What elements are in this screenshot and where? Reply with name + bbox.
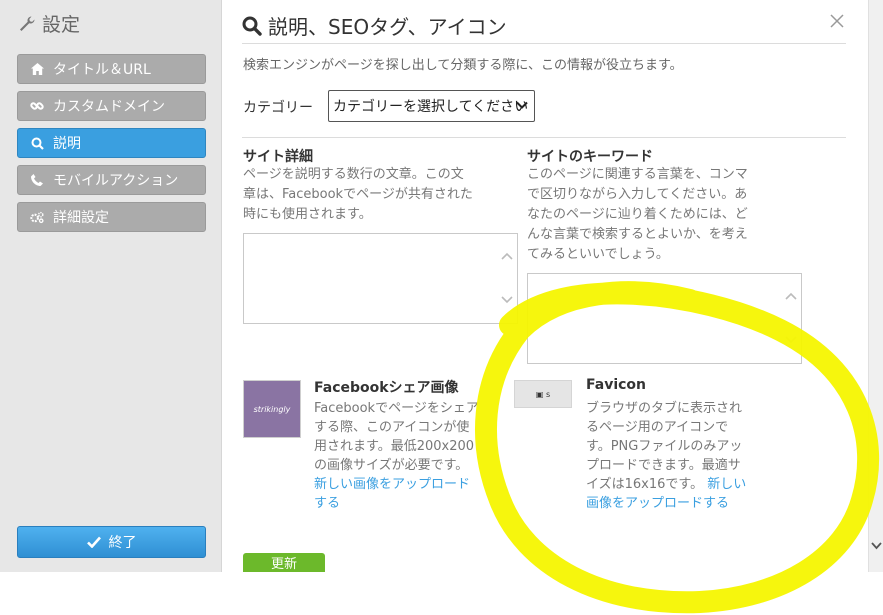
favicon-description: ブラウザのタブに表示され るページ用のアイコンで す。PNGファイルのみアッ プ… bbox=[586, 399, 776, 513]
sidebar-item-custom-domain[interactable]: カスタムドメイン bbox=[17, 91, 206, 121]
category-select[interactable]: カテゴリーを選択してください bbox=[328, 90, 535, 122]
desc-line: なたのページに辿り着くためには、ど bbox=[527, 207, 748, 222]
facebook-image-thumbnail[interactable]: strikingly bbox=[243, 380, 301, 438]
category-label: カテゴリー bbox=[243, 100, 313, 116]
category-select-value: カテゴリーを選択してください bbox=[333, 99, 529, 115]
scroll-up-icon[interactable] bbox=[501, 252, 513, 260]
desc-line: で区切りながら入力してください。あ bbox=[527, 187, 748, 202]
link-icon bbox=[30, 99, 44, 113]
sidebar-title: 設定 bbox=[18, 10, 80, 37]
sidebar-item-label: タイトル＆URL bbox=[53, 62, 151, 78]
panel-scrollbar[interactable] bbox=[868, 0, 883, 572]
search-icon bbox=[30, 136, 44, 150]
seo-settings-panel: 説明、SEOタグ、アイコン 検索エンジンがページを探し出して分類する際に、この情… bbox=[222, 0, 868, 572]
desc-line: す。PNGファイルのみアッ bbox=[586, 439, 743, 454]
scroll-up-icon[interactable] bbox=[785, 292, 797, 300]
sidebar-item-description[interactable]: 説明 bbox=[17, 128, 206, 158]
link-line: 新しい画像をアップロード bbox=[314, 477, 471, 492]
scroll-down-icon[interactable] bbox=[871, 542, 882, 550]
desc-text: イズは16x16です。 bbox=[586, 477, 704, 492]
upload-facebook-image-link[interactable]: 新しい画像をアップロード する bbox=[314, 475, 504, 513]
settings-sidebar: 設定 タイトル＆URL カスタムドメイン 説明 モバイルアクション 詳細設定 終… bbox=[0, 0, 222, 572]
link-line: する bbox=[314, 496, 341, 511]
search-icon bbox=[242, 16, 262, 36]
desc-line: の画像サイズが必要です。 bbox=[314, 458, 469, 473]
desc-line: する際、このアイコンが使 bbox=[314, 420, 470, 435]
facebook-image-title: Facebookシェア画像 bbox=[314, 380, 459, 396]
desc-line: イズは16x16です。 新しい bbox=[586, 475, 776, 494]
desc-line: 章は、Facebookでページが共有された bbox=[243, 187, 473, 202]
site-keywords-description: このページに関連する言葉を、コンマ で区切りながら入力してください。あ なたのペ… bbox=[527, 165, 817, 265]
site-keywords-title: サイトのキーワード bbox=[527, 149, 653, 165]
site-keywords-textarea[interactable] bbox=[527, 273, 802, 364]
desc-line: ページを説明する数行の文章。この文 bbox=[243, 167, 464, 182]
sidebar-item-title-url[interactable]: タイトル＆URL bbox=[17, 54, 206, 84]
chevron-down-icon bbox=[516, 101, 528, 109]
done-button[interactable]: 終了 bbox=[17, 526, 206, 558]
desc-line: このページに関連する言葉を、コンマ bbox=[527, 167, 748, 182]
sidebar-item-label: 説明 bbox=[53, 136, 81, 152]
desc-line: 用されます。最低200x200 bbox=[314, 439, 475, 454]
site-detail-description: ページを説明する数行の文章。この文 章は、Facebookでページが共有された … bbox=[243, 165, 523, 225]
upload-favicon-link[interactable]: 新しい bbox=[707, 477, 746, 492]
scroll-down-icon[interactable] bbox=[785, 336, 797, 344]
home-icon bbox=[30, 62, 44, 76]
divider bbox=[242, 137, 846, 138]
thumbnail-logo-text: strikingly bbox=[253, 404, 291, 414]
sidebar-item-advanced-settings[interactable]: 詳細設定 bbox=[17, 202, 206, 232]
update-button[interactable]: 更新 bbox=[243, 553, 325, 572]
facebook-image-description: Facebookでページをシェア する際、このアイコンが使 用されます。最低20… bbox=[314, 399, 504, 513]
desc-line: 時にも使用されます。 bbox=[243, 207, 372, 222]
wrench-icon bbox=[20, 15, 35, 31]
desc-line: プロードできます。最適サ bbox=[586, 458, 741, 473]
page-bottom-area bbox=[0, 572, 883, 615]
close-icon[interactable] bbox=[828, 12, 846, 30]
desc-line: てみるといいでしょう。 bbox=[527, 247, 669, 262]
scroll-down-icon[interactable] bbox=[501, 296, 513, 304]
site-detail-title: サイト詳細 bbox=[243, 149, 313, 165]
desc-line: Facebookでページをシェア bbox=[314, 401, 479, 416]
sidebar-title-text: 設定 bbox=[42, 14, 81, 36]
phone-icon bbox=[30, 173, 44, 187]
upload-favicon-link[interactable]: 画像をアップロードする bbox=[586, 494, 776, 513]
sidebar-item-mobile-action[interactable]: モバイルアクション bbox=[17, 165, 206, 195]
divider bbox=[242, 43, 846, 44]
panel-description: 検索エンジンがページを探し出して分類する際に、この情報が役立ちます。 bbox=[243, 58, 683, 73]
favicon-thumbnail-text: ▣ s bbox=[535, 389, 551, 399]
desc-line: ブラウザのタブに表示され bbox=[586, 401, 743, 416]
check-icon bbox=[86, 536, 101, 548]
done-button-label: 終了 bbox=[108, 535, 137, 551]
panel-title: 説明、SEOタグ、アイコン bbox=[242, 11, 507, 40]
site-detail-textarea[interactable] bbox=[243, 233, 518, 324]
gears-icon bbox=[30, 210, 44, 224]
sidebar-item-label: モバイルアクション bbox=[53, 173, 179, 189]
favicon-thumbnail[interactable]: ▣ s bbox=[514, 380, 572, 408]
panel-title-text: 説明、SEOタグ、アイコン bbox=[268, 15, 507, 39]
favicon-title: Favicon bbox=[586, 377, 646, 393]
sidebar-item-label: カスタムドメイン bbox=[53, 99, 165, 115]
desc-line: んな言葉で検索するとよいか、を考え bbox=[527, 227, 748, 242]
sidebar-item-label: 詳細設定 bbox=[53, 210, 109, 226]
desc-line: るページ用のアイコンで bbox=[586, 420, 729, 435]
